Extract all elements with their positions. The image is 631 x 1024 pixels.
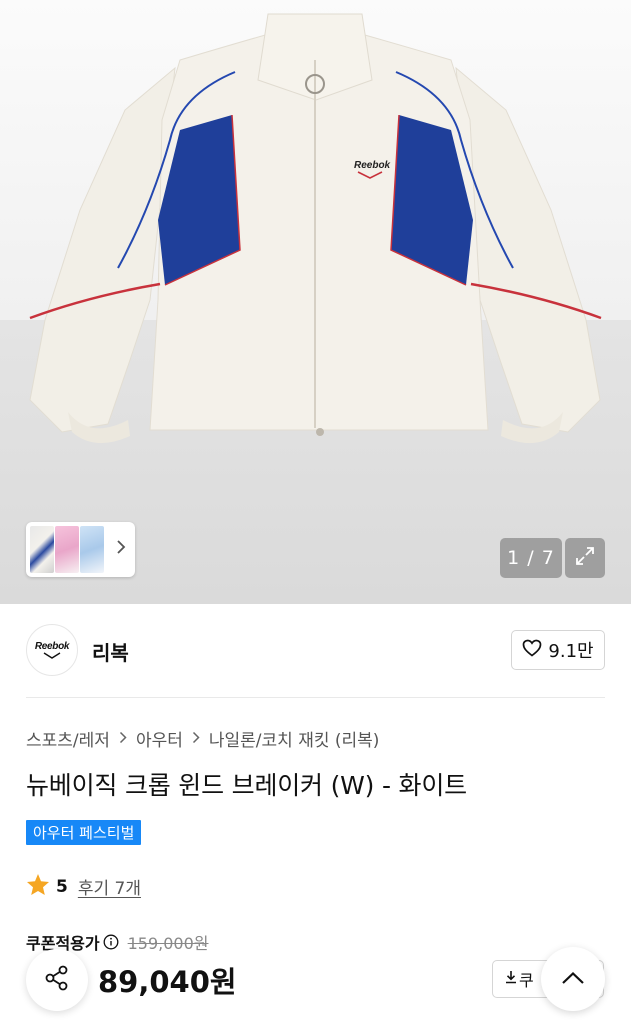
- breadcrumb-item[interactable]: 스포츠/레저: [26, 726, 110, 751]
- breadcrumb-item[interactable]: 아우터: [136, 726, 183, 751]
- expand-button[interactable]: [565, 538, 605, 578]
- review-link[interactable]: 후기 7개: [78, 874, 141, 899]
- chevron-up-icon: [561, 970, 585, 989]
- brand-name[interactable]: 리복: [92, 637, 129, 666]
- scroll-top-button[interactable]: [541, 947, 605, 1011]
- sale-price: 89,040원: [98, 965, 237, 999]
- share-button[interactable]: [26, 949, 88, 1011]
- product-image-gallery[interactable]: Reebok 1 / 7: [0, 0, 631, 604]
- reebok-delta-icon: [43, 652, 61, 659]
- download-icon: [505, 970, 517, 988]
- brand-row: Reebok 리복 9.1만: [26, 622, 605, 676]
- info-icon[interactable]: [103, 934, 119, 950]
- product-image: Reebok: [29, 13, 602, 444]
- heart-icon: [522, 639, 542, 661]
- chevron-right-icon: [192, 729, 200, 749]
- share-icon: [43, 964, 71, 996]
- breadcrumb-item[interactable]: 나일론/코치 재킷 (리복): [209, 726, 380, 751]
- rating-row: 5 후기 7개: [26, 873, 141, 900]
- like-button[interactable]: 9.1만: [511, 630, 605, 670]
- thumbnail-2[interactable]: [55, 526, 79, 573]
- divider: [26, 697, 605, 698]
- breadcrumb: 스포츠/레저 아우터 나일론/코치 재킷 (리복): [26, 726, 379, 751]
- product-title: 뉴베이직 크롭 윈드 브레이커 (W) - 화이트: [26, 771, 467, 800]
- event-badge[interactable]: 아우터 페스티벌: [26, 820, 142, 845]
- image-pager: 1 / 7: [500, 538, 562, 578]
- rating-score: 5: [56, 876, 68, 897]
- original-price: 159,000원: [127, 934, 209, 953]
- brand-logo-text: Reebok: [34, 641, 70, 652]
- star-icon: [26, 873, 50, 900]
- brand-logo[interactable]: Reebok: [26, 624, 78, 676]
- expand-icon: [574, 545, 596, 571]
- chevron-right-icon[interactable]: [116, 539, 126, 560]
- jacket-logo-text: Reebok: [354, 160, 391, 171]
- thumbnail-strip[interactable]: [26, 522, 135, 577]
- thumbnail-3[interactable]: [80, 526, 104, 573]
- thumbnail-1[interactable]: [30, 526, 54, 573]
- like-count: 9.1만: [548, 641, 594, 662]
- coupon-download-label: 쿠: [519, 971, 534, 990]
- chevron-right-icon: [119, 729, 127, 749]
